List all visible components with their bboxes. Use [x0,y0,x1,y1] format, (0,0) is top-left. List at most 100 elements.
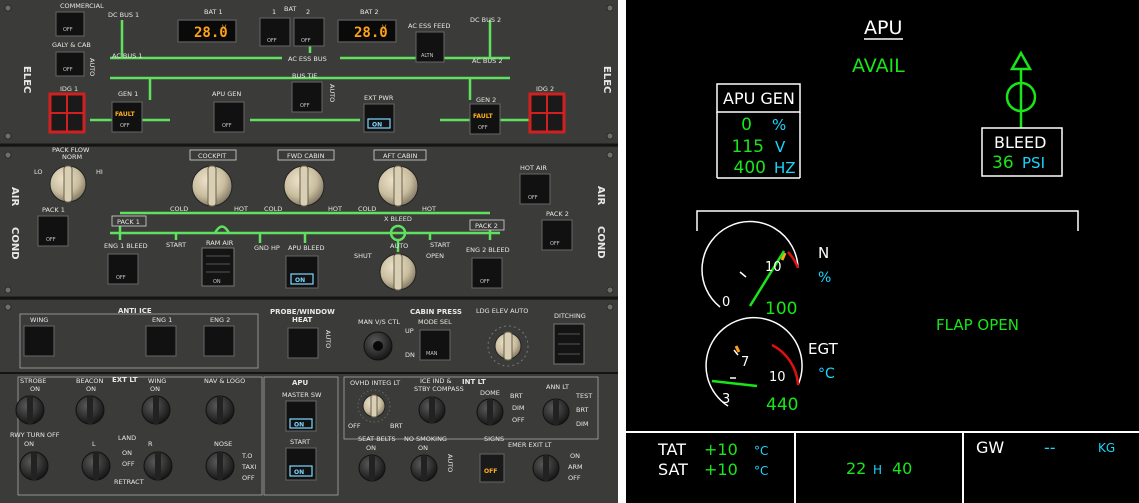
ditching-label: DITCHING [554,312,586,320]
apu-gen-button[interactable]: OFF [213,101,245,133]
hot-air-label: HOT AIR [520,164,547,172]
pack2-duct-label: PACK 2 [475,222,498,230]
ac-ess-feed-button[interactable]: ALTN [415,31,445,63]
n-value: 100 [765,299,797,319]
svg-text:ON: ON [294,422,304,429]
land-l-switch[interactable] [81,451,111,481]
land-l-label: L [92,440,96,448]
svg-text:OFF: OFF [478,125,488,131]
egt-tick-3: 3 [722,392,730,407]
hi-label: HI [96,168,103,176]
bat2-unit: V [382,23,387,31]
bleed-psi-unit: PSI [1022,154,1045,172]
land-r-switch[interactable] [143,451,173,481]
aft-cabin-temp-selector[interactable] [377,165,419,207]
ext-pwr-label: EXT PWR [364,94,394,102]
svg-text:OFF: OFF [222,123,232,129]
ann-brt-label: BRT [576,406,589,414]
ac-ess-bus-label: AC ESS BUS [288,55,327,63]
signs-auto-label: AUTO [446,454,454,472]
signs-label: SIGNS [484,435,504,443]
cabin-press-title: CABIN PRESS [410,308,462,316]
cond-side-right: COND [595,226,606,259]
cond-side-left: COND [9,227,20,260]
bat1-button[interactable]: OFF [259,17,291,47]
fwd-cabin-temp-selector[interactable] [283,165,325,207]
commercial-label: COMMERCIAL [60,2,104,10]
rwy-turn-off-switch[interactable] [19,451,49,481]
nav-logo-switch[interactable] [205,395,235,425]
pack2-button[interactable]: OFF [541,219,573,251]
eng2-bleed-button[interactable]: OFF [471,257,503,289]
cockpit-temp-selector[interactable] [191,165,233,207]
svg-text:ALTN: ALTN [421,53,434,59]
seat-belts-switch[interactable] [358,454,386,482]
pack1-button[interactable]: OFF [37,215,69,247]
idg2-guard[interactable] [528,92,566,134]
pack-flow-selector[interactable] [49,165,87,203]
beacon-switch[interactable] [75,395,105,425]
ice-ind-switch[interactable] [418,396,446,424]
svg-text:OFF: OFF [46,237,56,243]
strobe-switch[interactable] [15,395,45,425]
strobe-label: STROBE [20,377,46,385]
ann-lt-label: ANN LT [546,383,569,391]
cockpit-label: COCKPIT [198,152,226,160]
eng1-bleed-button[interactable]: OFF [107,253,139,285]
galy-cab-button[interactable]: OFF [55,51,85,77]
svg-text:ON: ON [372,122,382,129]
svg-text:OFF: OFF [63,67,73,73]
sat-unit: °C [754,464,768,478]
rwy-on-label: ON [24,440,34,448]
gen2-button[interactable]: FAULT OFF [469,103,501,135]
apu-bleed-label: APU BLEED [288,244,325,252]
emer-exit-lt-label: EMER EXIT LT [508,441,552,449]
wing-lt-switch[interactable] [141,395,171,425]
svg-text:FAULT: FAULT [473,113,494,120]
eng1-anti-ice-button[interactable] [145,325,177,357]
ditching-guard[interactable] [553,323,585,365]
svg-text:OFF: OFF [116,275,126,281]
elec-side-label-right: ELEC [601,66,612,93]
sat-value: +10 [704,460,738,479]
apu-gen-load: 0 [741,115,752,135]
x-bleed-selector[interactable] [379,253,417,291]
overhead-panel: ELEC ELEC COMMERCIAL GALY & CAB DC BUS 1… [0,0,618,503]
probe-window-heat-button[interactable] [287,327,319,359]
bus-tie-button[interactable]: OFF [291,81,323,113]
apu-bleed-button[interactable]: ON [285,255,319,289]
eng2-anti-ice-button[interactable] [203,325,235,357]
nose-switch[interactable] [205,451,235,481]
idg1-guard[interactable] [48,92,86,134]
mode-sel-button[interactable]: MAN [419,329,451,361]
ram-air-guard[interactable]: ON [201,247,235,287]
gen1-button[interactable]: FAULT OFF [111,101,143,133]
dome-switch[interactable] [476,398,504,426]
eng2-anti-ice-label: ENG 2 [210,316,230,324]
ldg-elev-label: LDG ELEV AUTO [476,307,528,315]
n-tick-10: 10 [765,260,782,275]
x-bleed-label: X BLEED [384,215,412,223]
dome-dim-label: DIM [512,404,525,412]
pack1-duct-label: PACK 1 [117,218,140,226]
ecam-apu-page: APU AVAIL APU GEN 0 % 115 V 400 HZ BLEED… [626,0,1139,503]
no-smoking-label: NO SMOKING [404,435,447,443]
air-side-right: AIR [595,186,606,205]
ext-lt-title: EXT LT [112,376,138,384]
ann-lt-switch[interactable] [542,398,570,426]
eng1-bleed-label: ENG 1 BLEED [104,242,148,250]
no-smoking-switch[interactable] [410,454,438,482]
bat1-unit: V [222,23,227,31]
apu-master-sw-button[interactable]: ON [285,400,317,432]
emer-exit-lt-switch[interactable] [532,454,560,482]
man-vs-ctl-switch[interactable] [363,331,393,361]
apu-start-button[interactable]: ON [285,447,317,481]
hot-air-button[interactable]: OFF [519,173,551,205]
apu-gen-label: APU GEN [723,89,795,108]
bat2-button[interactable]: OFF [293,17,325,47]
tat-value: +10 [704,440,738,459]
galy-auto-label: AUTO [88,58,96,76]
commercial-button[interactable]: OFF [55,11,85,37]
wing-anti-ice-button[interactable] [23,325,55,357]
ext-pwr-button[interactable]: ON [363,103,395,133]
